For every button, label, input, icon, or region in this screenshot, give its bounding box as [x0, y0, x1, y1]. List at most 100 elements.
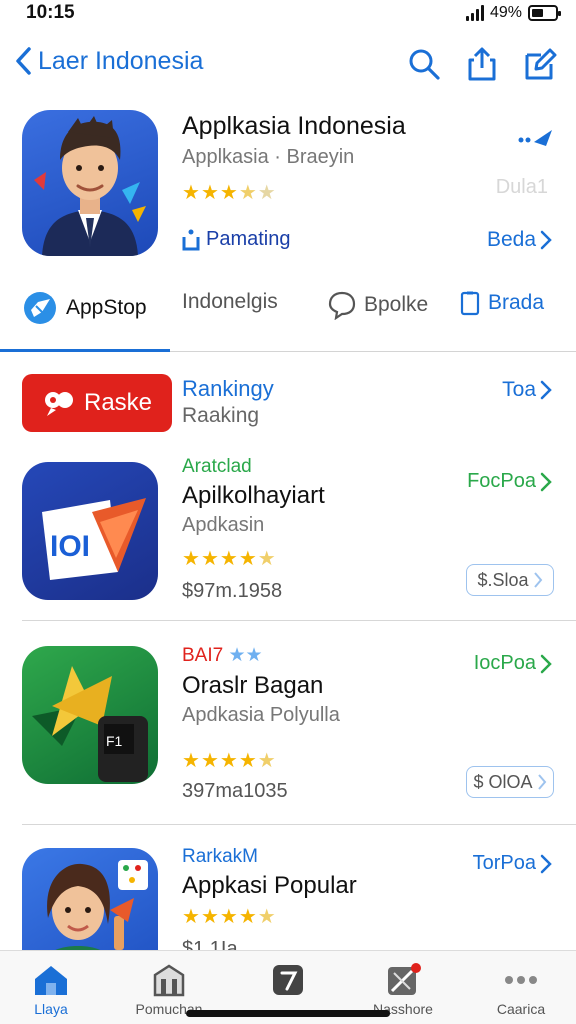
app-link[interactable]: FocPoa [467, 470, 552, 493]
star-icon: ★ [257, 182, 277, 204]
tabbar-item-more[interactable]: Caarica [466, 963, 576, 1017]
app-subtitle: Apdkasia Polyulla [182, 704, 340, 726]
app-icon-text: F1 [106, 733, 123, 749]
star-icon: ★ [257, 906, 277, 928]
tabbar-item-center[interactable] [233, 963, 343, 1001]
ranking-link-label: Toa [502, 378, 536, 401]
ranking-subtitle: Raaking [182, 404, 260, 427]
app-icon-text: IOI [50, 530, 90, 563]
app-list-item[interactable]: IOI Aratclad Apilkolhayiart Apdkasin ★★★… [0, 450, 576, 621]
app-name: Apilkolhayiart [182, 482, 325, 509]
ranking-title: Rankingy [182, 376, 274, 401]
star-icon: ★ [200, 182, 220, 204]
star-icon: ★ [257, 548, 277, 570]
tab-appstop[interactable]: AppStop [22, 290, 147, 326]
info-icon [182, 229, 200, 250]
featured-app-link[interactable]: Beda [487, 228, 552, 252]
app-link[interactable]: IocPoa [474, 652, 552, 675]
star-icon: ★ [200, 906, 220, 928]
chevron-right-icon [540, 472, 552, 491]
tabbar-item-nasshore[interactable]: Nasshore [348, 963, 458, 1017]
chevron-right-icon [540, 854, 552, 873]
star-icon: ★ [182, 906, 201, 928]
ranking-section-header: Raske Rankingy Raaking Toa [0, 372, 576, 434]
ranking-badge[interactable]: Raske [22, 374, 172, 432]
star-icon: ★ [182, 182, 201, 204]
star-icon: ★ [182, 750, 201, 772]
battery-icon [528, 5, 561, 21]
tab-label: Bpolke [364, 293, 429, 316]
tools-icon [388, 963, 421, 995]
app-meta: 397ma1035 [182, 780, 288, 802]
star-icon: ★ [200, 548, 220, 570]
nav-actions [406, 46, 558, 82]
send-icon[interactable] [518, 128, 554, 153]
star-icon: ★ [200, 750, 220, 772]
star-icon: ★ [238, 182, 258, 204]
ranking-see-all[interactable]: Toa [502, 378, 552, 402]
app-tag: BAI7 ★★ [182, 644, 263, 667]
flag-icon [44, 392, 73, 416]
home-icon [35, 966, 67, 995]
get-button[interactable]: $ OlOA [466, 766, 554, 798]
share-icon[interactable] [464, 46, 500, 82]
tabbar-label: Llaya [34, 1001, 68, 1017]
app-link-label: IocPoa [473, 652, 536, 674]
app-list-item[interactable]: RarkakM Appkasi Popular ★★★★★ $1,1Ia Tor… [0, 840, 576, 950]
app-link[interactable]: TorPoa [473, 852, 552, 875]
row-divider [22, 620, 576, 621]
status-time: 10:15 [26, 2, 75, 23]
star-icon: ★★ [228, 645, 263, 666]
back-button[interactable]: Laer Indonesia [14, 46, 203, 76]
star-icon: ★ [219, 906, 239, 928]
featured-app-rating: ★★★★★ [182, 180, 277, 205]
app-link-label: FocPoa [467, 470, 536, 492]
app-name: Oraslr Bagan [182, 672, 324, 699]
tabbar-item-home[interactable]: Llaya [0, 963, 106, 1017]
star-icon: ★ [219, 182, 239, 204]
featured-app-subtitle: Applkasia · Braeyin [182, 146, 355, 168]
edit-icon[interactable] [522, 46, 558, 82]
signal-icon [465, 5, 484, 21]
chat-bubble-icon [328, 291, 356, 320]
tabbar-label: Caarica [496, 1001, 546, 1017]
chevron-right-icon [540, 654, 552, 673]
app-tag: Aratclad [182, 456, 252, 477]
app-subtitle: Apdkasin [182, 514, 265, 536]
ranking-badge-label: Raske [83, 389, 153, 416]
tab-active-indicator [0, 349, 170, 352]
tab-bpolke[interactable]: Bpolke [328, 290, 428, 320]
featured-app-title: Applkasia Indonesia [182, 112, 406, 140]
app-rating: ★★★★★ [182, 546, 277, 571]
number-seven-icon [273, 965, 303, 995]
chevron-right-icon [533, 572, 542, 588]
tabbar-item-pomuchan[interactable]: Pomuchan [114, 963, 224, 1017]
app-icon[interactable]: IOI [22, 462, 158, 600]
app-icon[interactable] [22, 848, 158, 950]
get-button[interactable]: $.Sloa [466, 564, 554, 596]
row-divider [22, 824, 576, 825]
app-list-item[interactable]: F1 BAI7 ★★ Oraslr Bagan Apdkasia Polyull… [0, 640, 576, 825]
featured-app-link-label: Beda [486, 228, 536, 251]
back-label: Laer Indonesia [38, 46, 204, 75]
chevron-right-icon [540, 230, 552, 250]
search-icon[interactable] [406, 46, 442, 82]
building-icon [153, 964, 185, 997]
tab-label: Brada [488, 291, 545, 314]
battery-percent: 49% [489, 4, 522, 21]
tab-brada[interactable]: Brada [460, 290, 544, 316]
app-icon[interactable]: F1 [22, 646, 158, 784]
app-rating: ★★★★★ [182, 904, 277, 929]
app-name: Appkasi Popular [182, 872, 357, 899]
app-tag: RarkakM [182, 846, 259, 867]
rating-button[interactable]: Pamating [182, 228, 291, 251]
tab-indonelgis[interactable]: Indonelgis [182, 290, 278, 314]
featured-app-icon[interactable] [22, 110, 158, 256]
more-dots-icon [505, 976, 537, 984]
featured-app-faint-text: Dula1 [495, 176, 548, 198]
status-indicators: 49% [465, 4, 561, 22]
segment-tabs: AppStop Indonelgis Bpolke Brada [0, 282, 576, 352]
app-meta: $97m.1958 [182, 580, 283, 602]
phone-icon [460, 291, 480, 316]
app-meta: $1,1Ia [182, 938, 238, 950]
